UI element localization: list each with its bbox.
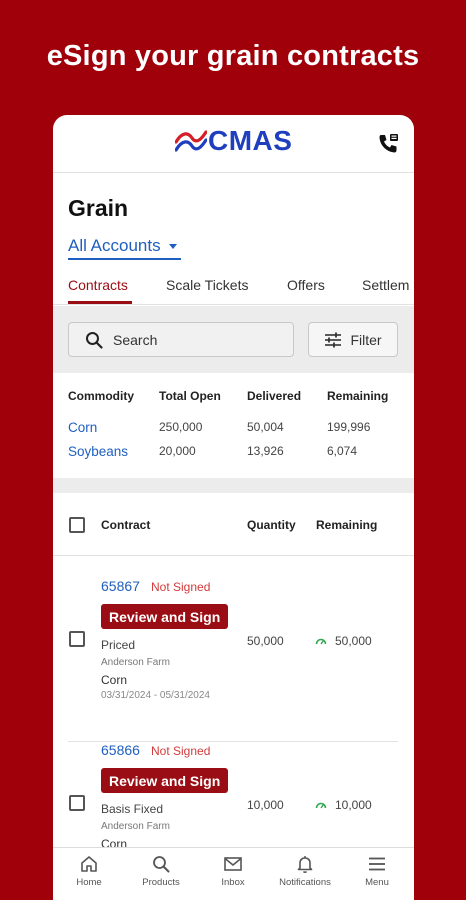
summary-remaining: 199,996 xyxy=(327,420,371,434)
contract-type: Priced xyxy=(101,638,136,652)
contract-quantity: 50,000 xyxy=(247,634,284,648)
commodity-link-soybeans[interactable]: Soybeans xyxy=(68,444,128,459)
farm-name: Anderson Farm xyxy=(101,657,170,668)
review-and-sign-button[interactable]: Review and Sign xyxy=(101,768,229,793)
summary-delivered: 50,004 xyxy=(247,420,284,434)
contract-type: Basis Fixed xyxy=(101,802,164,816)
nav-inbox[interactable]: Inbox xyxy=(197,854,269,888)
contract-checkbox[interactable] xyxy=(69,795,85,811)
contract-number-link[interactable]: 65866 xyxy=(101,742,140,758)
commodity-summary: Commodity Total Open Delivered Remaining… xyxy=(53,373,414,478)
nav-home[interactable]: Home xyxy=(53,854,125,888)
nav-menu-label: Menu xyxy=(365,877,389,888)
nav-notifications[interactable]: Notifications xyxy=(269,854,341,888)
nav-products[interactable]: Products xyxy=(125,854,197,888)
phone-screen: CMAS Grain All Accounts Contracts Scale … xyxy=(53,115,414,900)
select-all-checkbox[interactable] xyxy=(69,517,85,533)
contract-remaining-value: 50,000 xyxy=(335,634,372,648)
logo-text: CMAS xyxy=(208,125,293,156)
filter-label: Filter xyxy=(350,331,382,348)
mail-icon xyxy=(224,857,242,871)
summary-header-delivered: Delivered xyxy=(247,389,302,403)
app-bar: CMAS xyxy=(53,115,414,173)
contract-row[interactable]: 65867 Not Signed Review and Sign Priced … xyxy=(53,578,414,742)
nav-menu[interactable]: Menu xyxy=(341,854,413,888)
account-selector[interactable]: All Accounts xyxy=(68,234,181,260)
summary-row: Corn 250,000 50,004 199,996 xyxy=(68,420,408,440)
summary-remaining: 6,074 xyxy=(327,444,358,458)
commodity-link-corn[interactable]: Corn xyxy=(68,420,97,435)
summary-delivered: 13,926 xyxy=(247,444,284,458)
active-tab-indicator xyxy=(68,301,132,304)
summary-total-open: 250,000 xyxy=(159,420,203,434)
contract-remaining-value: 10,000 xyxy=(335,798,372,812)
contract-remaining: 10,000 xyxy=(315,798,372,812)
nav-home-label: Home xyxy=(76,877,102,888)
nav-products-label: Products xyxy=(142,877,180,888)
contract-quantity: 10,000 xyxy=(247,798,284,812)
filter-button[interactable]: Filter xyxy=(308,322,398,357)
contract-checkbox[interactable] xyxy=(69,631,85,647)
summary-header-remaining: Remaining xyxy=(327,389,389,403)
contract-list-header: Contract Quantity Remaining xyxy=(53,493,414,556)
logo-swoosh-icon xyxy=(175,130,207,152)
contract-commodity: Corn xyxy=(101,673,128,687)
nav-inbox-label: Inbox xyxy=(221,877,245,888)
search-icon xyxy=(153,856,170,873)
tab-contracts[interactable]: Contracts xyxy=(68,277,128,293)
page-title: Grain xyxy=(68,195,129,221)
summary-header-commodity: Commodity xyxy=(68,389,134,403)
phone-icon xyxy=(379,134,398,153)
search-icon xyxy=(86,331,103,349)
header-quantity: Quantity xyxy=(247,518,296,532)
contract-list: Contract Quantity Remaining 65867 Not Si… xyxy=(53,493,414,848)
summary-header-total-open: Total Open xyxy=(159,389,221,403)
filter-bar: Search Filter xyxy=(53,306,414,373)
caret-down-icon xyxy=(168,243,177,249)
summary-total-open: 20,000 xyxy=(159,444,196,458)
status-badge: Not Signed xyxy=(151,744,211,758)
contact-phone-button[interactable] xyxy=(376,132,400,156)
home-icon xyxy=(81,856,97,872)
farm-name: Anderson Farm xyxy=(101,821,170,832)
header-remaining: Remaining xyxy=(316,518,378,532)
section-divider xyxy=(53,478,414,493)
summary-row: Soybeans 20,000 13,926 6,074 xyxy=(68,444,408,464)
status-badge: Not Signed xyxy=(151,580,211,594)
cmas-logo: CMAS xyxy=(175,125,292,157)
tab-settlements[interactable]: Settlem xyxy=(362,277,409,293)
tab-scale-tickets[interactable]: Scale Tickets xyxy=(166,277,248,293)
gauge-icon xyxy=(315,638,327,645)
contract-number-link[interactable]: 65867 xyxy=(101,578,140,594)
filter-sliders-icon xyxy=(325,332,342,347)
tab-offers[interactable]: Offers xyxy=(287,277,325,293)
contract-row[interactable]: 65866 Not Signed Review and Sign Basis F… xyxy=(53,742,414,848)
bell-icon xyxy=(297,856,313,873)
summary-header-row: Commodity Total Open Delivered Remaining xyxy=(68,389,408,409)
contract-remaining: 50,000 xyxy=(315,634,372,648)
account-selector-label: All Accounts xyxy=(68,236,161,255)
tab-bar: Contracts Scale Tickets Offers Settlem xyxy=(53,271,414,305)
delivery-dates: 03/31/2024 - 05/31/2024 xyxy=(101,690,210,701)
search-button[interactable]: Search xyxy=(68,322,294,357)
bottom-navigation: Home Products Inbox Notifications Menu xyxy=(53,847,414,900)
header-contract: Contract xyxy=(101,518,151,532)
review-and-sign-button[interactable]: Review and Sign xyxy=(101,604,229,629)
promo-headline: eSign your grain contracts xyxy=(46,40,420,72)
gauge-icon xyxy=(315,802,327,809)
search-label: Search xyxy=(113,331,158,348)
menu-icon xyxy=(369,857,385,871)
nav-notifications-label: Notifications xyxy=(279,877,331,888)
